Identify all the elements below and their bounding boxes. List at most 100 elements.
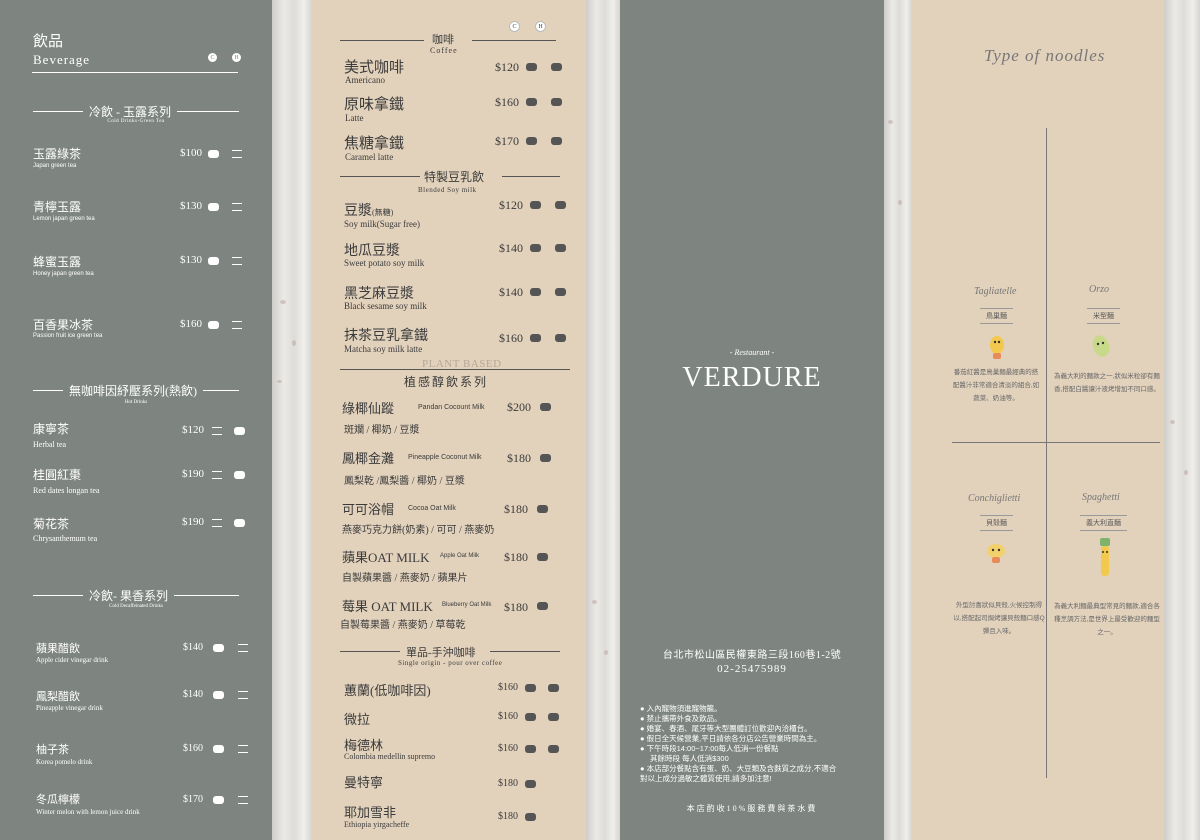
- noodle-name-en: Conchiglietti: [968, 493, 1021, 504]
- notice-item: ● 下午時段14:00~17:00每人低消一份餐點: [640, 744, 779, 753]
- hot-unavailable-icon: [238, 644, 248, 652]
- item-price: $180: [498, 778, 518, 789]
- beverage-title-underline: [32, 72, 238, 73]
- noodle-name-en: Orzo: [1089, 284, 1110, 295]
- hot-available-icon: [548, 684, 559, 692]
- item-price: $140: [499, 241, 523, 255]
- item-name: 蜂蜜玉露: [33, 255, 82, 269]
- hot-available-icon: [234, 519, 245, 527]
- item-price: $130: [180, 200, 202, 212]
- noodle-desc: 番茄紅醬是鳥巢麵最經典的搭配醬汁非常適合清淡的組合,如蔬菜、奶油等。: [952, 369, 1040, 402]
- notice-item: ● 本店部分餐點含有蛋、奶、大豆類及含麩質之成分,不適合: [640, 764, 837, 773]
- spaghetti-icon: [1100, 538, 1110, 576]
- hot-available-icon: [551, 98, 562, 106]
- section-cold-green: 冷飲 - 玉露系列: [33, 103, 239, 120]
- item-en: Korea pomelo drink: [36, 758, 93, 766]
- item-name: 豆漿(無糖): [344, 204, 394, 219]
- item-name: 微拉: [344, 712, 371, 727]
- section-title: 植感醇飲系列: [404, 375, 489, 389]
- item-en: Lemon japan green tea: [33, 216, 95, 222]
- notice-item: 其餘時段 每人低消$300: [650, 754, 729, 763]
- hot-unavailable-icon: [232, 321, 242, 329]
- cold-available-icon: [213, 796, 224, 804]
- hot-available-icon: [555, 334, 566, 342]
- cold-available-icon: [213, 644, 224, 652]
- cold-available-icon: [530, 288, 541, 296]
- cold-available-icon: [525, 780, 536, 788]
- item-name: 鳳椰金灘: [342, 451, 395, 466]
- cold-available-icon: [530, 201, 541, 209]
- item-name: 焦糖拿鐵: [344, 136, 405, 152]
- item-name: 黑芝麻豆漿: [344, 287, 414, 302]
- section-title: 冷飲- 果香系列: [89, 589, 168, 603]
- item-name: 地瓜豆漿: [344, 244, 400, 259]
- item-en: Soy milk(Sugar free): [344, 219, 420, 229]
- item-name: 桂圓紅棗: [33, 468, 82, 482]
- item-name: 蘋果OAT MILK: [342, 550, 430, 565]
- cold-unavailable-icon: [212, 427, 222, 435]
- noodles-title: Type of noodles: [984, 46, 1106, 65]
- section-subtitle: Cold Drinks-Green Tea: [107, 119, 165, 124]
- item-name: 柚子茶: [36, 744, 69, 756]
- notice-item: 對以上成分過敏之體質使用,請多加注意!: [640, 774, 772, 783]
- item-en: Black sesame soy milk: [344, 301, 427, 311]
- cold-available-icon: [526, 63, 537, 71]
- cold-unavailable-icon: [212, 519, 222, 527]
- item-en: Colombia medellin supremo: [344, 752, 436, 761]
- cold-available-icon: [208, 150, 219, 158]
- item-price: $190: [182, 516, 204, 528]
- divider-line: [340, 369, 570, 370]
- item-price: $180: [498, 811, 518, 822]
- hot-available-icon: [548, 713, 559, 721]
- noodle-name-en: Spaghetti: [1082, 492, 1120, 503]
- item-price: $190: [182, 468, 204, 480]
- item-name: 菊花茶: [33, 517, 70, 531]
- hot-available-icon: [555, 288, 566, 296]
- divider-line: [340, 176, 420, 177]
- orzo-icon: [1092, 335, 1110, 357]
- section-title: 冷飲 - 玉露系列: [89, 105, 171, 119]
- noodle-name-en: Tagliatelle: [974, 286, 1017, 297]
- notice-item: ● 入內寵物須進寵物籠。: [640, 704, 722, 713]
- item-name: 冬瓜檸檬: [36, 794, 80, 806]
- hot-unavailable-icon: [232, 203, 242, 211]
- section-hot: 無咖啡因紓壓系列(熱飲): [33, 382, 239, 399]
- item-name: 原味拿鐵: [344, 97, 405, 113]
- item-price: $160: [499, 331, 523, 345]
- item-price: $160: [495, 95, 519, 109]
- item-price: $160: [180, 318, 202, 330]
- hot-unavailable-icon: [238, 745, 248, 753]
- item-en: Latte: [345, 113, 364, 123]
- noodle-name-zh: 米型麵: [1087, 308, 1120, 324]
- item-price: $130: [180, 254, 202, 266]
- brand-logo: VERDURE: [682, 362, 822, 393]
- item-en: Caramel latte: [345, 152, 394, 162]
- hot-icon: H: [535, 21, 546, 32]
- divider-line: [340, 651, 400, 652]
- item-en: Matcha soy milk latte: [344, 344, 423, 354]
- item-en: Ethiopia yirgacheffe: [344, 820, 410, 829]
- item-ingredients: 斑斕 / 椰奶 / 豆漿: [344, 425, 420, 436]
- section-title: 特製豆乳飲: [424, 170, 485, 184]
- item-name: 青檸玉露: [33, 200, 82, 214]
- item-name: 蘋果醋飲: [36, 643, 80, 655]
- item-ingredients: 鳳梨乾 /鳳梨醬 / 椰奶 / 豆漿: [344, 476, 465, 487]
- hot-available-icon: [234, 427, 245, 435]
- address: 台北市松山區民權東路三段160巷1-2號: [662, 650, 842, 661]
- item-name: 可可浴帽: [342, 502, 395, 517]
- item-price: $180: [507, 451, 531, 465]
- item-name: 美式咖啡: [344, 60, 405, 76]
- item-name: 綠椰仙蹤: [342, 401, 395, 416]
- hot-available-icon: [234, 471, 245, 479]
- cold-available-icon: [208, 321, 219, 329]
- item-en: Americano: [345, 75, 385, 85]
- hot-unavailable-icon: [232, 150, 242, 158]
- stone-divider: [1164, 0, 1200, 840]
- vertical-divider: [1046, 128, 1047, 778]
- cold-available-icon: [208, 257, 219, 265]
- item-price: $170: [183, 794, 203, 805]
- cold-available-icon: [525, 684, 536, 692]
- item-en: Japan green tea: [33, 163, 77, 169]
- item-price: $120: [182, 424, 204, 436]
- cold-available-icon: [525, 813, 536, 821]
